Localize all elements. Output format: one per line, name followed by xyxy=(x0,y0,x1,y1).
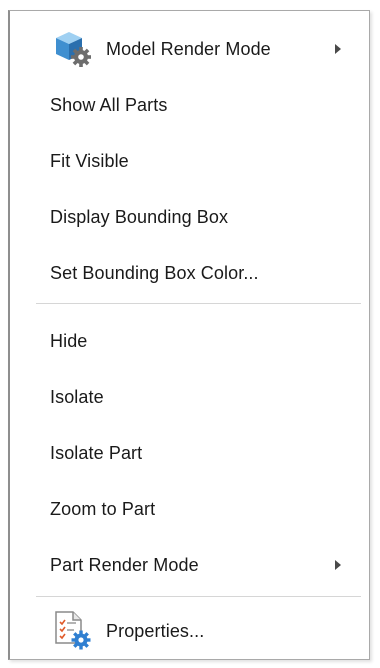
menu-item-part-render-mode[interactable]: Part Render Mode xyxy=(10,537,369,593)
menu-item-isolate[interactable]: Isolate xyxy=(10,369,369,425)
menu-item-label: Isolate Part xyxy=(50,442,143,463)
menu-item-label: Part Render Mode xyxy=(50,554,199,575)
menu-item-label: Properties... xyxy=(106,620,205,641)
menu-item-label: Show All Parts xyxy=(50,94,168,115)
cube-gear-icon xyxy=(56,32,91,67)
submenu-arrow-icon xyxy=(335,44,341,54)
menu-item-label: Zoom to Part xyxy=(50,498,156,519)
menu-item-isolate-part[interactable]: Isolate Part xyxy=(10,425,369,481)
menu-item-label: Fit Visible xyxy=(50,150,129,171)
menu-item-label: Hide xyxy=(50,330,88,351)
submenu-arrow-icon xyxy=(335,560,341,570)
context-menu: Model Render Mode Show All Parts Fit Vis… xyxy=(8,10,370,660)
menu-item-zoom-to-part[interactable]: Zoom to Part xyxy=(10,481,369,537)
menu-item-label: Model Render Mode xyxy=(106,38,271,59)
menu-separator xyxy=(36,303,361,304)
menu-item-label: Set Bounding Box Color... xyxy=(50,262,259,283)
menu-item-fit-visible[interactable]: Fit Visible xyxy=(10,133,369,189)
document-gear-icon xyxy=(55,611,91,650)
menu-item-show-all-parts[interactable]: Show All Parts xyxy=(10,77,369,133)
menu-item-properties[interactable]: Properties... xyxy=(10,603,369,659)
menu-item-label: Isolate xyxy=(50,386,104,407)
menu-item-label: Display Bounding Box xyxy=(50,206,229,227)
menu-item-model-render-mode[interactable]: Model Render Mode xyxy=(10,21,369,77)
menu-item-set-bounding-box-color[interactable]: Set Bounding Box Color... xyxy=(10,245,369,301)
menu-item-hide[interactable]: Hide xyxy=(10,313,369,369)
menu-item-display-bounding-box[interactable]: Display Bounding Box xyxy=(10,189,369,245)
menu-separator xyxy=(36,596,361,597)
